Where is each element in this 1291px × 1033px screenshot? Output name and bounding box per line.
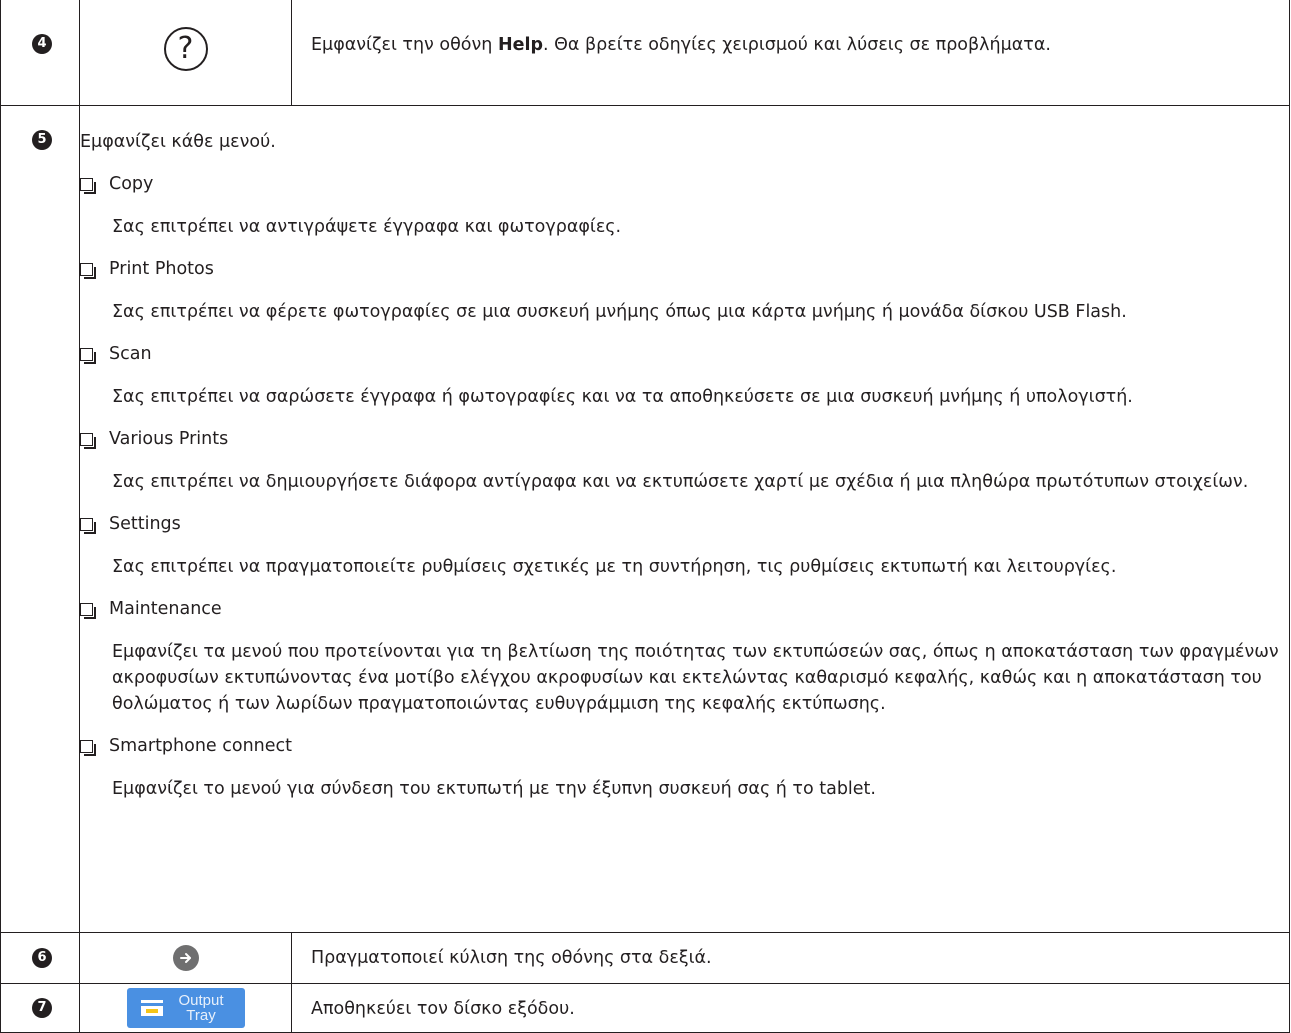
help-term: Help [497, 35, 543, 55]
row-number-badge: 6 [32, 948, 52, 968]
row-number-cell: 5 [0, 105, 80, 933]
checkbox-bullet-icon [80, 177, 96, 194]
menu-item-smartphone-connect: Smartphone connect Εμφανίζει το μενού γι… [80, 733, 1289, 802]
scroll-right-arrow-icon [172, 945, 199, 971]
description-cell: Πραγματοποιεί κύλιση της οθόνης στα δεξι… [291, 932, 1290, 984]
checkbox-bullet-icon [80, 602, 96, 619]
menu-intro-text: Εμφανίζει κάθε μενού. [80, 132, 276, 152]
menu-item-label: Print Photos [109, 259, 214, 279]
menu-item-label: Smartphone connect [109, 736, 293, 756]
table-row: 4 ? Εμφανίζει την οθόνη Help. Θα βρείτε … [0, 0, 1290, 106]
row-description: Εμφανίζει την οθόνη Help. Θα βρείτε οδηγ… [311, 35, 1051, 55]
row-number-cell: 7 [0, 983, 80, 1033]
output-tray-icon [140, 1000, 163, 1016]
row-number-cell: 6 [0, 932, 80, 984]
menu-item-description: Σας επιτρέπει να δημιουργήσετε διάφορα α… [112, 472, 1249, 492]
icon-cell: Output Tray [79, 983, 292, 1033]
menu-item-description: Εμφανίζει το μενού για σύνδεση του εκτυπ… [112, 779, 876, 799]
table-row: 6 Πραγματοποιεί κύλιση της οθόνης στα δε… [0, 932, 1290, 984]
row-number-badge: 7 [32, 998, 52, 1018]
menu-item-label: Scan [109, 344, 152, 364]
menu-item-description: Εμφανίζει τα μενού που προτείνονται για … [112, 642, 1279, 714]
checkbox-bullet-icon [80, 739, 96, 756]
menu-item-settings: Settings Σας επιτρέπει να πραγματοποιείτ… [80, 511, 1289, 580]
menu-item-scan: Scan Σας επιτρέπει να σαρώσετε έγγραφα ή… [80, 341, 1289, 410]
menu-item-maintenance: Maintenance Εμφανίζει τα μενού που προτε… [80, 596, 1289, 717]
table-row: 7 Output Tray Αποθηκεύει τον δίσκο εξόδο… [0, 983, 1290, 1033]
checkbox-bullet-icon [80, 347, 96, 364]
icon-cell [79, 932, 292, 984]
description-cell: Εμφανίζει την οθόνη Help. Θα βρείτε οδηγ… [291, 0, 1290, 106]
menu-item-various-prints: Various Prints Σας επιτρέπει να δημιουργ… [80, 426, 1289, 495]
row-number-badge: 5 [32, 130, 52, 150]
row-number-badge: 4 [32, 34, 52, 54]
button-label-line2: Tray [186, 1007, 216, 1024]
menu-item-description: Σας επιτρέπει να πραγματοποιείτε ρυθμίσε… [112, 557, 1117, 577]
menu-item-description: Σας επιτρέπει να αντιγράψετε έγγραφα και… [112, 217, 622, 237]
menu-item-print-photos: Print Photos Σας επιτρέπει να φέρετε φωτ… [80, 256, 1289, 325]
menu-item-description: Σας επιτρέπει να σαρώσετε έγγραφα ή φωτο… [112, 387, 1133, 407]
description-cell: Αποθηκεύει τον δίσκο εξόδου. [291, 983, 1290, 1033]
checkbox-bullet-icon [80, 432, 96, 449]
row-description: Πραγματοποιεί κύλιση της οθόνης στα δεξι… [311, 948, 712, 968]
menu-item-description: Σας επιτρέπει να φέρετε φωτογραφίες σε μ… [112, 302, 1127, 322]
table-row: 5 Εμφανίζει κάθε μενού. Copy Σας επιτρέπ… [0, 105, 1290, 933]
menu-list-cell: Εμφανίζει κάθε μενού. Copy Σας επιτρέπει… [79, 105, 1290, 933]
reference-table: 4 ? Εμφανίζει την οθόνη Help. Θα βρείτε … [0, 0, 1290, 1033]
row-number-cell: 4 [0, 0, 80, 106]
checkbox-bullet-icon [80, 517, 96, 534]
menu-item-label: Copy [109, 174, 154, 194]
output-tray-button: Output Tray [126, 988, 245, 1028]
menu-item-label: Various Prints [109, 429, 229, 449]
menu-item-copy: Copy Σας επιτρέπει να αντιγράψετε έγγραφ… [80, 171, 1289, 240]
icon-cell: ? [79, 0, 292, 106]
help-question-icon: ? [163, 27, 208, 71]
button-label-line1: Output [178, 992, 224, 1009]
menu-item-label: Settings [109, 514, 181, 534]
menu-item-label: Maintenance [109, 599, 222, 619]
row-description: Αποθηκεύει τον δίσκο εξόδου. [311, 999, 575, 1019]
checkbox-bullet-icon [80, 262, 96, 279]
